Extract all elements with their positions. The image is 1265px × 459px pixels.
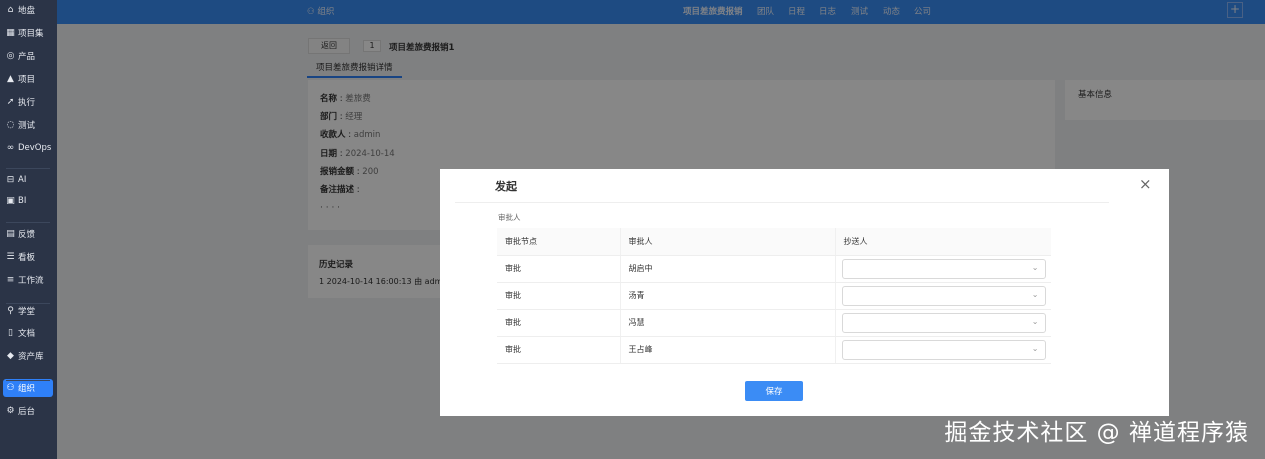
- robot-icon: ⊟: [6, 175, 15, 185]
- cc-select[interactable]: ⌄: [842, 259, 1046, 279]
- gem-icon: ◆: [6, 351, 15, 361]
- sidebar-item-label: 后台: [18, 405, 35, 417]
- sidebar-item-12[interactable]: ⚲学堂: [3, 302, 53, 320]
- modal-title: 发起: [495, 178, 517, 194]
- chevron-down-icon: ⌄: [1032, 290, 1039, 299]
- sidebar-item-label: 执行: [18, 96, 35, 108]
- sidebar-item-label: 地盘: [18, 4, 35, 16]
- sidebar-item-label: 测试: [18, 119, 35, 131]
- divider: [455, 202, 1109, 203]
- sidebar-item-8[interactable]: ▣BI: [3, 192, 53, 210]
- sidebar-item-6[interactable]: ∞DevOps: [3, 139, 53, 157]
- launch-modal: 发起 × 审批人 审批节点 审批人 抄送人 审批胡启中⌄审批汤青⌄审批冯慧⌄审批…: [440, 169, 1169, 416]
- gear-icon: ⚙: [6, 406, 15, 416]
- home-icon: ⌂: [6, 5, 15, 15]
- sidebar-item-11[interactable]: ≡工作流: [3, 271, 53, 289]
- sidebar-item-label: 项目集: [18, 27, 44, 39]
- sidebar-item-5[interactable]: ◌测试: [3, 116, 53, 134]
- cc-select[interactable]: ⌄: [842, 340, 1046, 360]
- sidebar: ⌂地盘▦项目集◎产品▲项目➚执行◌测试∞DevOps⊟AI▣BI▤反馈☰看板≡工…: [0, 0, 57, 459]
- chart-icon: ▣: [6, 196, 15, 206]
- cc-select[interactable]: ⌄: [842, 286, 1046, 306]
- sidebar-item-label: DevOps: [18, 143, 51, 153]
- table-row: 审批汤青 ⌄: [497, 282, 1051, 309]
- approver-cell: 胡启中: [620, 255, 835, 282]
- approver-cell: 王占峰: [620, 336, 835, 363]
- sidebar-item-15[interactable]: ⚇组织: [3, 379, 53, 397]
- sidebar-item-2[interactable]: ◎产品: [3, 47, 53, 65]
- cc-cell: ⌄: [835, 282, 1051, 309]
- chevron-down-icon: ⌄: [1032, 263, 1039, 272]
- sidebar-item-label: 组织: [18, 382, 35, 394]
- run-icon: ➚: [6, 97, 15, 107]
- users-icon: ⚇: [6, 383, 15, 393]
- sidebar-item-13[interactable]: ▯文档: [3, 324, 53, 342]
- project-icon: ▲: [6, 74, 15, 84]
- grid-icon: ▦: [6, 28, 15, 38]
- sidebar-item-7[interactable]: ⊟AI: [3, 171, 53, 189]
- workflow-icon: ≡: [6, 275, 15, 285]
- sidebar-item-label: 产品: [18, 50, 35, 62]
- sidebar-divider: [6, 380, 50, 381]
- chevron-down-icon: ⌄: [1032, 317, 1039, 326]
- header-node: 审批节点: [497, 228, 620, 255]
- sidebar-item-14[interactable]: ◆资产库: [3, 347, 53, 365]
- feedback-icon: ▤: [6, 229, 15, 239]
- chevron-down-icon: ⌄: [1032, 344, 1039, 353]
- kanban-icon: ☰: [6, 252, 15, 262]
- cc-cell: ⌄: [835, 309, 1051, 336]
- sidebar-item-label: 文档: [18, 327, 35, 339]
- infinity-icon: ∞: [6, 143, 15, 153]
- sidebar-item-label: 学堂: [18, 305, 35, 317]
- test-icon: ◌: [6, 120, 15, 130]
- watermark: 掘金技术社区 @ 禅道程序猿: [944, 413, 1249, 447]
- table-row: 审批冯慧 ⌄: [497, 309, 1051, 336]
- node-cell: 审批: [497, 336, 620, 363]
- sidebar-item-label: AI: [18, 175, 26, 185]
- approver-cell: 汤青: [620, 282, 835, 309]
- section-label: 审批人: [498, 212, 521, 223]
- doc-icon: ▯: [6, 328, 15, 338]
- sidebar-item-label: 反馈: [18, 228, 35, 240]
- location-icon: ◎: [6, 51, 15, 61]
- approver-cell: 冯慧: [620, 309, 835, 336]
- approval-table: 审批节点 审批人 抄送人 审批胡启中⌄审批汤青⌄审批冯慧⌄审批王占峰⌄: [497, 228, 1051, 364]
- header-cc: 抄送人: [835, 228, 1051, 255]
- sidebar-item-label: 项目: [18, 73, 35, 85]
- sidebar-item-3[interactable]: ▲项目: [3, 70, 53, 88]
- school-icon: ⚲: [6, 306, 15, 316]
- header-approver: 审批人: [620, 228, 835, 255]
- close-icon[interactable]: ×: [1139, 175, 1152, 193]
- cc-cell: ⌄: [835, 255, 1051, 282]
- table-row: 审批王占峰 ⌄: [497, 336, 1051, 363]
- sidebar-item-9[interactable]: ▤反馈: [3, 225, 53, 243]
- table-row: 审批胡启中 ⌄: [497, 255, 1051, 282]
- sidebar-divider: [6, 222, 50, 223]
- cc-cell: ⌄: [835, 336, 1051, 363]
- sidebar-divider: [6, 303, 50, 304]
- sidebar-item-0[interactable]: ⌂地盘: [3, 1, 53, 19]
- sidebar-item-label: 看板: [18, 251, 35, 263]
- save-button[interactable]: 保存: [745, 381, 803, 401]
- sidebar-item-4[interactable]: ➚执行: [3, 93, 53, 111]
- sidebar-item-label: 工作流: [18, 274, 44, 286]
- sidebar-item-16[interactable]: ⚙后台: [3, 402, 53, 420]
- node-cell: 审批: [497, 282, 620, 309]
- node-cell: 审批: [497, 255, 620, 282]
- sidebar-item-label: BI: [18, 196, 26, 206]
- sidebar-item-1[interactable]: ▦项目集: [3, 24, 53, 42]
- cc-select[interactable]: ⌄: [842, 313, 1046, 333]
- node-cell: 审批: [497, 309, 620, 336]
- sidebar-item-label: 资产库: [18, 350, 44, 362]
- sidebar-divider: [6, 168, 50, 169]
- sidebar-item-10[interactable]: ☰看板: [3, 248, 53, 266]
